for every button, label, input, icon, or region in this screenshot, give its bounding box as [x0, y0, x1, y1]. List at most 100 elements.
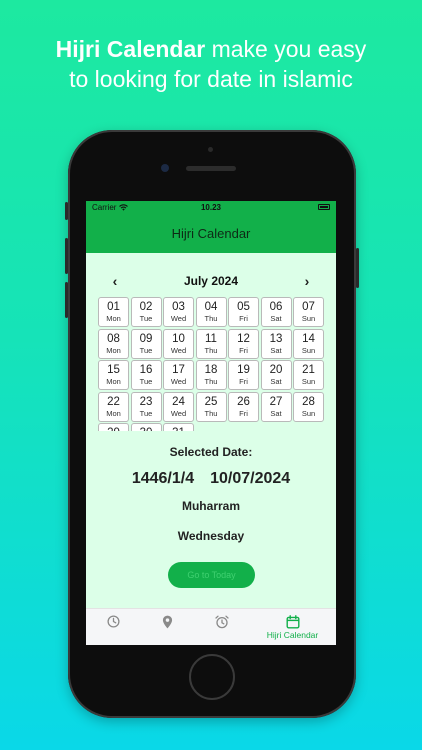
app-screen: Carrier 10.23 Hijri Calendar ‹ July 2024…: [86, 201, 336, 645]
day-cell[interactable]: 30Tue: [130, 423, 162, 431]
status-time: 10.23: [200, 202, 222, 212]
day-cell[interactable]: 04 Thu: [195, 297, 227, 327]
day-cell[interactable]: 26 Fri: [228, 391, 259, 422]
day-number: 23: [139, 395, 153, 408]
month-label: July 2024: [183, 274, 239, 288]
day-weekday: Thu: [204, 314, 218, 323]
day-number: 12: [237, 332, 250, 345]
day-weekday: Fri: [239, 314, 248, 323]
day-cell[interactable]: 08 Mon: [98, 328, 129, 359]
day-weekday: Sun: [301, 314, 316, 323]
day-number: 30: [140, 426, 153, 431]
earpiece-speaker: [186, 166, 236, 171]
headline-line-2: to looking for date in islamic: [69, 66, 353, 92]
day-cell[interactable]: 19 Fri: [228, 360, 259, 390]
day-cell[interactable]: 03 Wed: [163, 297, 194, 327]
day-cell[interactable]: 22 Mon: [98, 391, 129, 422]
home-button[interactable]: [189, 654, 235, 700]
day-cell[interactable]: 06 Sat: [260, 297, 292, 327]
day-weekday: Thu: [204, 377, 218, 386]
day-number: 22: [107, 395, 120, 408]
navigation-bar: Hijri Calendar: [86, 213, 336, 253]
day-cell[interactable]: 18 Thu: [195, 360, 227, 390]
day-cell[interactable]: 11 Thu: [195, 328, 227, 359]
day-cell[interactable]: 02 Tue: [130, 297, 162, 327]
day-number: 31: [172, 426, 185, 431]
mute-switch: [65, 202, 68, 220]
day-weekday: Tue: [139, 408, 153, 418]
day-number: 25: [204, 395, 218, 408]
day-cell[interactable]: 25 Thu: [195, 391, 227, 422]
selected-date-title: Selected Date:: [169, 445, 253, 459]
day-number: 05: [237, 301, 250, 313]
day-weekday: Wed: [170, 408, 187, 418]
day-weekday: Mon: [106, 408, 121, 418]
day-cell[interactable]: 10 Wed: [163, 328, 194, 359]
nav-title: Hijri Calendar: [171, 225, 251, 241]
day-number: 19: [237, 364, 250, 376]
volume-up-button: [65, 238, 68, 274]
day-cell[interactable]: 12 Fri: [228, 328, 259, 359]
gregorian-date: 10/07/2024: [210, 470, 291, 487]
day-cell[interactable]: 27 Sat: [260, 391, 292, 422]
day-weekday: Fri: [239, 377, 248, 386]
selected-dates: 1446/1/4 10/07/2024: [86, 470, 336, 488]
day-weekday: Sat: [270, 377, 282, 386]
day-cell[interactable]: 14 Sun: [293, 328, 324, 359]
day-number: 08: [107, 332, 120, 345]
day-cell[interactable]: 20 Sat: [260, 360, 292, 390]
day-cell[interactable]: 31Wed: [163, 423, 194, 431]
day-cell[interactable]: 13 Sat: [260, 328, 292, 359]
day-weekday: Tue: [139, 345, 153, 355]
headline-app-name: Hijri Calendar: [55, 36, 206, 62]
day-weekday: Tue: [139, 314, 153, 323]
tab-hijri-calendar-label: Hijri Calendar: [266, 630, 319, 640]
day-cell[interactable]: 09 Tue: [130, 328, 162, 359]
day-weekday: Mon: [106, 314, 121, 323]
day-cell[interactable]: 17 Wed: [163, 360, 194, 390]
day-number: 24: [172, 395, 185, 408]
day-cell[interactable]: 24 Wed: [163, 391, 194, 422]
day-weekday: Fri: [239, 408, 248, 418]
day-cell[interactable]: 05 Fri: [228, 297, 259, 327]
day-number: 13: [269, 332, 283, 345]
location-pin-icon: [162, 615, 173, 629]
day-weekday: Wed: [170, 314, 187, 323]
headline: Hijri Calendar make you easy to looking …: [0, 34, 422, 94]
day-cell[interactable]: 16 Tue: [130, 360, 162, 390]
day-cell[interactable]: 07 Sun: [293, 297, 324, 327]
day-number: 21: [302, 364, 315, 376]
day-cell[interactable]: 29Mon: [98, 423, 129, 431]
day-weekday: Wed: [170, 377, 187, 386]
day-number: 06: [269, 301, 283, 313]
tab-qibla[interactable]: [140, 609, 194, 629]
proximity-sensor: [208, 147, 213, 152]
day-number: 14: [302, 332, 315, 345]
day-cell[interactable]: 28 Sun: [293, 391, 324, 422]
alarm-icon: [215, 615, 229, 629]
day-cell[interactable]: 23 Tue: [130, 391, 162, 422]
power-button: [356, 248, 359, 288]
day-weekday: Thu: [204, 408, 218, 418]
day-weekday: Wed: [170, 345, 187, 355]
go-to-today-button[interactable]: Go to Today: [168, 562, 255, 588]
day-weekday: Sun: [301, 345, 316, 355]
hijri-month-name: Muharram: [181, 499, 240, 513]
tab-alarm[interactable]: [195, 609, 249, 629]
prev-month-chevron-icon[interactable]: ‹: [105, 273, 125, 289]
tab-prayer-times[interactable]: [86, 609, 140, 628]
day-weekday: Mon: [106, 345, 121, 355]
tab-hijri-calendar[interactable]: Hijri Calendar: [249, 609, 336, 640]
day-cell[interactable]: 01 Mon: [98, 297, 129, 327]
day-number: 02: [139, 301, 153, 313]
status-bar: Carrier 10.23: [86, 201, 336, 213]
day-number: 07: [302, 301, 315, 313]
day-cell[interactable]: 15 Mon: [98, 360, 129, 390]
battery-icon: [318, 204, 330, 210]
day-cell[interactable]: 21 Sun: [293, 360, 324, 390]
next-month-chevron-icon[interactable]: ›: [297, 273, 317, 289]
day-weekday: Sun: [301, 377, 316, 386]
day-number: 18: [204, 364, 218, 376]
day-weekday: Tue: [139, 377, 153, 386]
day-number: 03: [172, 301, 185, 313]
